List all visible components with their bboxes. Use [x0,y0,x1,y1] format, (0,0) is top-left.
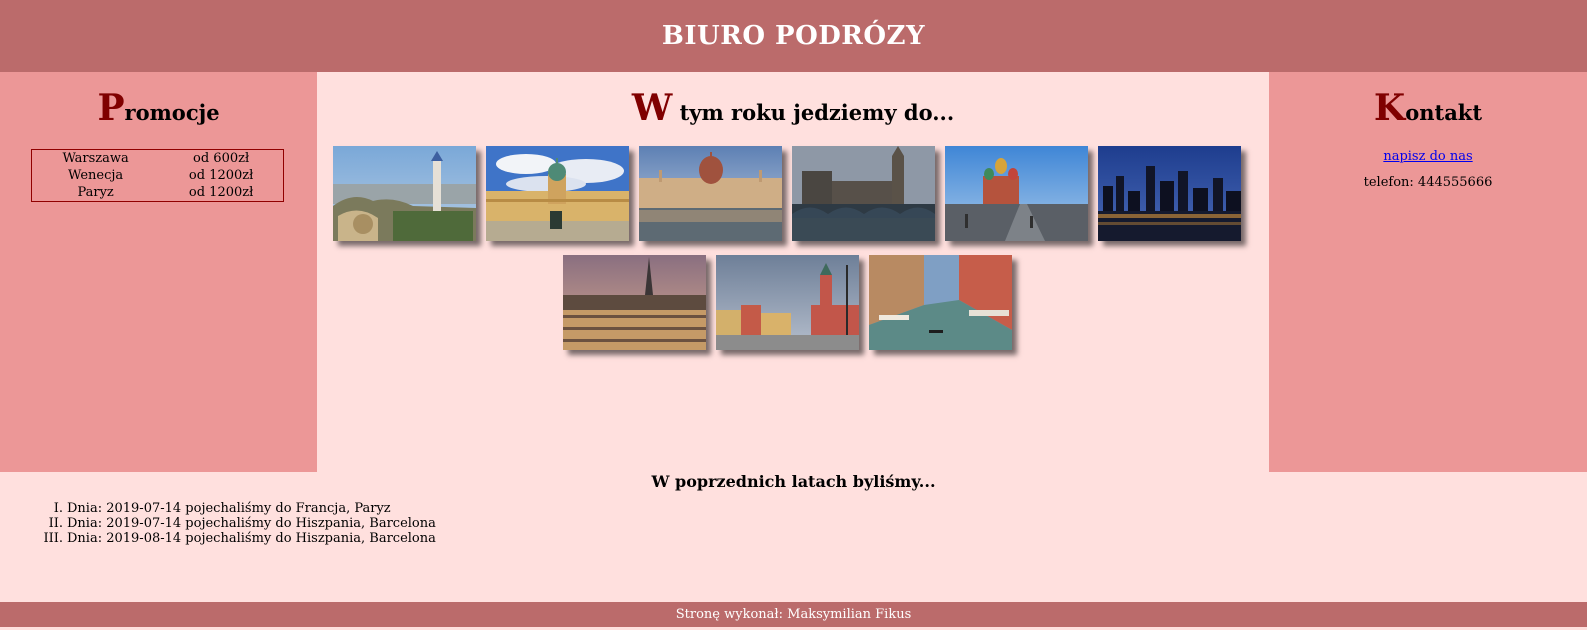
list-item-number: II. [48,516,63,531]
new-york-skyline-photo [1098,146,1241,241]
page-footer: Stronę wykonał: Maksymilian Fikus [0,602,1587,627]
new-york-skyline-image [1098,146,1241,241]
destinations-heading-text: tym roku jedziemy do... [672,100,955,125]
destinations-heading-initial: W [631,87,673,129]
table-row: Paryz od 1200zł [32,184,283,201]
promotions-heading-initial: P [97,87,125,129]
page-header: BIURO PODRÓZY [0,0,1587,72]
promotions-table: Warszawa od 600zł Wenecja od 1200zł Pary… [31,149,284,202]
promotion-price: od 1200zł [188,168,254,183]
destinations-panel: W tym roku jedziemy do... [317,72,1269,472]
list-item-number: I. [53,501,63,516]
promotion-city: Warszawa [62,151,129,166]
berlin-charlottenburg-palace-photo [486,146,629,241]
list-item: I. Dnia: 2019-07-14 pojechaliśmy do Franc… [0,501,1587,516]
promotions-heading-text: romocje [124,100,220,125]
venice-grand-canal-image [869,255,1012,350]
list-item-text: Dnia: 2019-07-14 pojechaliśmy do Hiszpan… [67,516,436,531]
footer-credit: Stronę wykonał: Maksymilian Fikus [675,607,912,622]
budapest-parliament-photo [639,146,782,241]
contact-heading-initial: K [1373,87,1406,129]
list-item: II. Dnia: 2019-07-14 pojechaliśmy do Hisz… [0,516,1587,531]
contact-heading: Kontakt [1269,88,1587,133]
destinations-heading: W tym roku jedziemy do... [317,88,1269,133]
moscow-st-basils-image [945,146,1088,241]
table-row: Warszawa od 600zł [32,150,283,167]
moscow-st-basils-photo [945,146,1088,241]
promotion-price: od 1200zł [188,185,254,200]
phone-number: telefon: 444555666 [1363,175,1493,190]
list-item-text: Dnia: 2019-07-14 pojechaliśmy do Francja… [67,501,391,516]
past-trips-list: I. Dnia: 2019-07-14 pojechaliśmy do Franc… [0,501,1587,546]
contact-email-link[interactable]: napisz do nas [1269,149,1587,164]
venice-grand-canal-photo [869,255,1012,350]
list-item-number: III. [43,531,63,546]
list-item-text: Dnia: 2019-08-14 pojechaliśmy do Hiszpan… [67,531,436,546]
past-trips-section: W poprzednich latach byliśmy... I. Dnia: … [0,472,1587,602]
paris-eiffel-tower-image [563,255,706,350]
barcelona-park-guell-image [333,146,476,241]
paris-eiffel-tower-photo [563,255,706,350]
site-title: BIURO PODRÓZY [661,21,926,51]
table-row: Wenecja od 1200zł [32,167,283,184]
contact-heading-text: ontakt [1405,100,1483,125]
london-westminster-image [792,146,935,241]
warsaw-castle-square-photo [716,255,859,350]
list-item: III. Dnia: 2019-08-14 pojechaliśmy do His… [0,531,1587,546]
promotion-city: Paryz [77,185,114,200]
promotion-price: od 600zł [193,151,250,166]
contact-panel: Kontakt napisz do nas telefon: 444555666 [1269,72,1587,472]
barcelona-park-guell-photo [333,146,476,241]
promotion-city: Wenecja [68,168,124,183]
berlin-charlottenburg-image [486,146,629,241]
london-westminster-photo [792,146,935,241]
promotions-heading: Promocje [0,88,317,133]
warsaw-castle-square-image [716,255,859,350]
past-trips-heading: W poprzednich latach byliśmy... [651,472,936,491]
budapest-parliament-image [639,146,782,241]
promotions-panel: Promocje Warszawa od 600zł Wenecja od 12… [0,72,317,472]
